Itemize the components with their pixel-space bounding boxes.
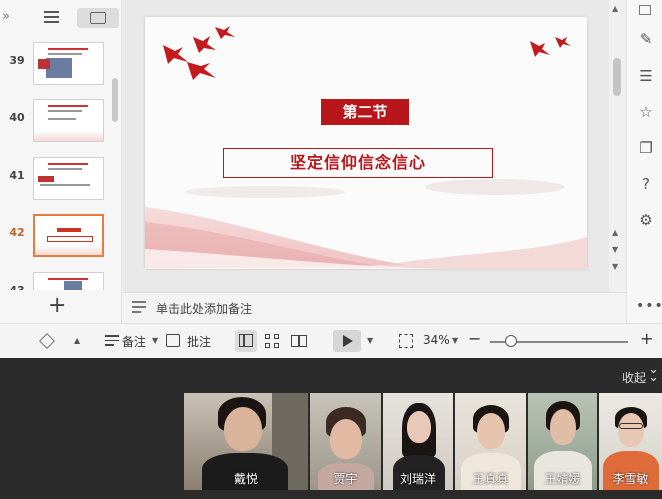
slide-thumbnail[interactable] [33,272,104,290]
zoom-in-button[interactable]: + [640,329,653,348]
slide-editor: 第二节 坚定信仰信念信心 [123,0,609,292]
window-icon[interactable] [639,5,651,15]
slide-thumbnail[interactable] [33,99,104,142]
participant-name: 王婧媛 [544,472,581,486]
notes-toggle-icon[interactable] [105,335,119,347]
participant-video[interactable]: 戴悦 [184,393,308,490]
zoom-out-button[interactable]: − [468,329,481,348]
help-icon[interactable]: ? [638,176,654,192]
chevron-down-icon[interactable]: ▼ [152,336,158,345]
chevron-up-icon[interactable]: ▲ [74,336,80,345]
status-bar: ▲ 备注 ▼ 批注 ▼ 34% ▼ − + [0,323,662,358]
thumbnail-number: 43 [6,284,28,290]
participant-name: 王真真 [472,472,509,486]
thumbnail-row[interactable]: 41 [0,157,120,203]
notes-icon [132,301,146,313]
current-slide[interactable]: 第二节 坚定信仰信念信心 [145,17,587,269]
chevron-double-down-icon[interactable]: ⌄ ⌄ [648,363,659,384]
scrollbar-thumb[interactable] [613,58,621,96]
add-slide-button[interactable]: + [48,293,66,318]
normal-view-button[interactable] [235,330,257,352]
prev-slide-icon[interactable]: ▲ [612,228,618,237]
slide-thumbnail-panel: » 39 40 41 42 43 + [0,0,122,323]
thumbnail-row[interactable]: 39 [0,42,120,88]
glasses-icon [619,423,643,429]
play-options-icon[interactable]: ▼ [367,336,373,345]
participant-video[interactable]: 刘瑞洋 [383,393,453,490]
thumbnail-number: 39 [9,54,25,67]
thumbnail-row[interactable]: 43 [0,272,120,290]
meeting-video-strip: 收起 ⌄ ⌄ 戴悦 贾宇 刘瑞洋 王真真 王婧媛 李雪敏 [0,358,662,499]
scroll-down-icon[interactable]: ▼ [612,262,618,271]
cube-icon[interactable] [39,333,55,349]
participant-video[interactable]: 贾宇 [310,393,381,490]
notes-bar[interactable]: 单击此处添加备注 [123,292,626,323]
slide-subtitle[interactable]: 坚定信仰信念信心 [223,148,493,178]
slide-thumbnail[interactable] [33,42,104,85]
zoom-level[interactable]: 34% [423,333,450,347]
thumbnail-row[interactable]: 42 [0,214,120,260]
next-slide-icon[interactable]: ▼ [612,245,618,254]
grid-view-button[interactable] [262,330,284,352]
collapse-panel-button[interactable]: » [2,9,10,24]
participant-name: 李雪敏 [612,472,649,486]
thumbnail-number: 41 [9,169,25,182]
participant-name: 戴悦 [233,472,258,486]
collapse-button[interactable]: 收起 [622,369,646,386]
slide-background [145,26,587,269]
participant-video[interactable]: 王真真 [455,393,526,490]
fit-icon[interactable] [399,334,413,348]
notes-toggle-label[interactable]: 备注 [122,333,146,350]
notes-placeholder[interactable]: 单击此处添加备注 [156,300,252,317]
slide-thumbnail-current[interactable] [33,214,104,257]
zoom-slider-handle[interactable] [505,335,517,347]
slide-scrollbar[interactable]: ▲ ▲ ▼ ▼ [609,0,626,292]
participant-video[interactable]: 王婧媛 [528,393,597,490]
slides-icon [90,12,106,24]
zoom-options-icon[interactable]: ▼ [452,336,458,345]
reading-view-button[interactable] [288,330,310,352]
comment-label[interactable]: 批注 [187,333,211,350]
thumbnail-number: 40 [9,111,25,124]
slide-section-title[interactable]: 第二节 [321,99,409,125]
star-icon[interactable]: ☆ [638,104,654,120]
comment-icon[interactable] [166,334,180,347]
thumbnail-scrollbar[interactable] [112,78,118,122]
thumbnail-number: 42 [9,226,25,239]
slide-thumbnail[interactable] [33,157,104,200]
outline-view-icon[interactable] [42,9,62,27]
settings-icon[interactable]: ⚙ [638,212,654,228]
participant-name: 刘瑞洋 [399,472,436,486]
play-icon [343,335,353,347]
thumbnail-row[interactable]: 40 [0,99,120,145]
participant-video[interactable]: 李雪敏 [599,393,662,490]
participant-name: 贾宇 [333,472,358,486]
play-button[interactable] [333,330,361,352]
scroll-up-icon[interactable]: ▲ [612,4,618,13]
brush-icon[interactable]: ✎ [638,31,654,47]
more-icon[interactable]: ••• [636,298,662,314]
slides-view-button[interactable] [77,8,119,28]
copy-icon[interactable]: ❐ [638,140,654,156]
tune-icon[interactable]: ☰ [638,68,654,84]
right-tool-column: ✎ ☰ ☆ ❐ ? ⚙ ••• [626,0,662,323]
panel-toolbar: » [0,0,122,34]
